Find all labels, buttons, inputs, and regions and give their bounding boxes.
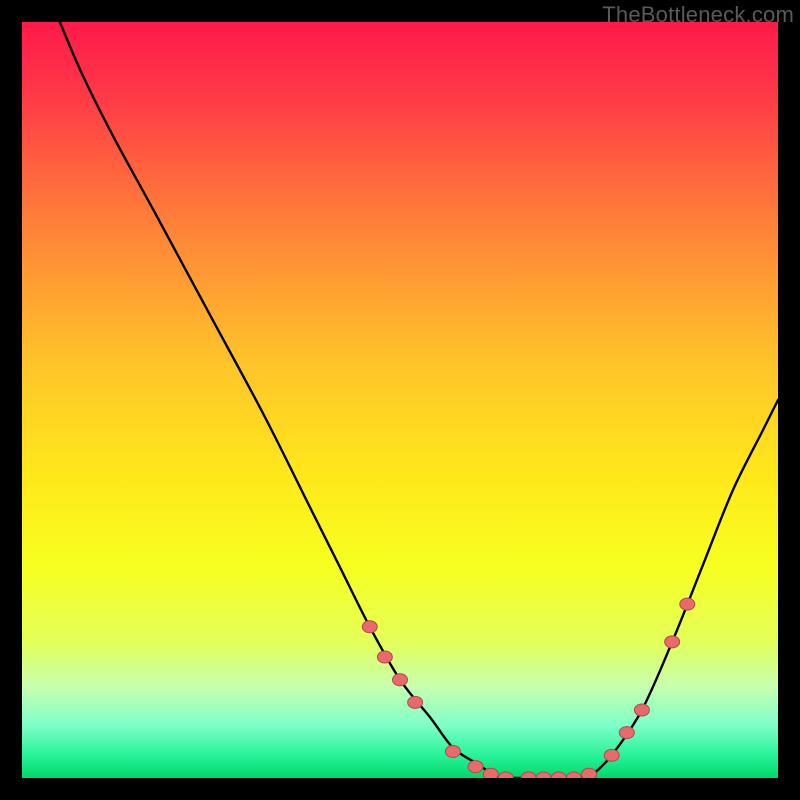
marker-point — [393, 674, 408, 686]
marker-point — [582, 768, 597, 778]
marker-point — [680, 598, 695, 610]
watermark-text: TheBottleneck.com — [602, 2, 794, 28]
marker-point — [634, 704, 649, 716]
marker-point — [468, 761, 483, 773]
marker-point — [408, 696, 423, 708]
marker-point — [377, 651, 392, 663]
chart-frame: TheBottleneck.com — [0, 0, 800, 800]
marker-point — [483, 768, 498, 778]
plot-area — [22, 22, 778, 778]
bottleneck-curve-chart — [22, 22, 778, 778]
marker-point — [665, 636, 680, 648]
marker-point — [362, 621, 377, 633]
marker-point — [604, 749, 619, 761]
gradient-background — [22, 22, 778, 778]
marker-point — [445, 746, 460, 758]
marker-point — [619, 727, 634, 739]
